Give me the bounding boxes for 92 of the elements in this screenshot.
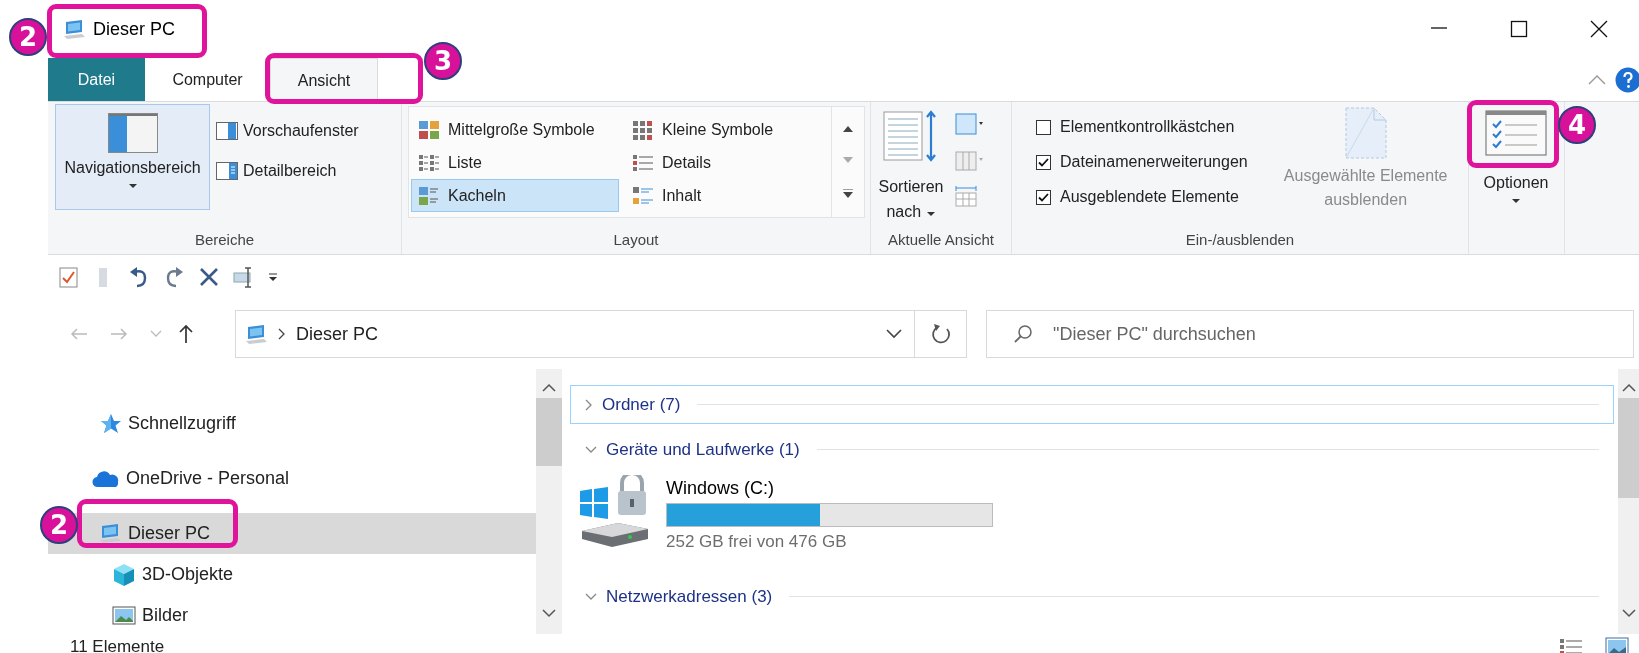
group-label: Layout [612, 229, 660, 250]
scroll-down-icon[interactable] [542, 609, 556, 618]
ribbon-tab[interactable]: Computer [145, 58, 270, 101]
tree-item[interactable]: OneDrive - Personal [48, 458, 536, 499]
page-icon [1343, 106, 1388, 160]
group-header[interactable]: Ordner (7) [570, 385, 1614, 424]
layout-option[interactable]: Kleine Symbole [625, 113, 825, 146]
free-space: 252 GB frei von 476 GB [666, 532, 848, 552]
group-label: Ein-/ausblenden [1184, 229, 1296, 250]
number-badge: 2 [40, 506, 78, 544]
chevron-down-icon[interactable] [886, 329, 902, 339]
expand-gallery-icon[interactable] [843, 189, 853, 199]
layout-option[interactable]: Mittelgroße Symbole [411, 113, 619, 146]
maximize-icon[interactable] [1510, 20, 1528, 38]
layout-option[interactable]: Kacheln [411, 179, 619, 212]
search-field[interactable]: "Dieser PC" durchsuchen [986, 310, 1634, 358]
detail-pane-icon [216, 162, 238, 180]
properties-icon[interactable] [58, 265, 80, 289]
view-icon [418, 185, 440, 206]
pane-layout-icon [107, 113, 158, 153]
cloud-icon [92, 468, 120, 489]
caret-icon [925, 211, 936, 217]
navigation-pane-button[interactable]: Navigationsbereich [55, 104, 210, 210]
preview-pane-icon [216, 122, 238, 140]
scrollbar[interactable] [1618, 369, 1639, 634]
tree-item[interactable]: Schnellzugriff [48, 403, 536, 444]
layout-option[interactable]: Liste [411, 146, 619, 179]
scroll-down-icon[interactable] [1621, 609, 1636, 618]
checkmark-icon [1038, 192, 1049, 202]
view-icon [632, 119, 654, 140]
address-bar[interactable]: Dieser PC [235, 310, 915, 358]
large-icons-view-icon[interactable] [1605, 636, 1629, 653]
checkbox[interactable] [1036, 154, 1051, 170]
cube-icon [112, 562, 136, 587]
chevron-down-icon [585, 445, 597, 454]
layout-option[interactable]: Details [625, 146, 825, 179]
pane-button[interactable]: Vorschaufenster [216, 122, 359, 140]
caret-icon[interactable] [1511, 198, 1521, 204]
computer-icon [62, 18, 86, 40]
computer-icon [98, 523, 122, 544]
scroll-up-icon[interactable] [843, 125, 853, 132]
checkbox[interactable] [1036, 189, 1051, 205]
window-title: Dieser PC [93, 18, 176, 40]
chevron-down-icon [585, 592, 597, 601]
pane-button[interactable]: Detailbereich [216, 162, 359, 180]
help-icon[interactable] [1615, 66, 1639, 93]
checkmark-icon [1038, 157, 1049, 167]
search-icon [1013, 324, 1033, 344]
details-view-icon[interactable] [1559, 636, 1583, 653]
chevron-right-icon [278, 328, 286, 340]
ribbon-tab[interactable]: Datei [48, 58, 145, 101]
chevron-right-icon [585, 398, 593, 411]
options-icon [1485, 110, 1547, 156]
checkbox-label[interactable]: Dateinamenerweiterungen [1060, 153, 1248, 171]
computer-icon [244, 323, 268, 345]
tree-item[interactable]: 3D-Objekte [48, 554, 536, 595]
group-header[interactable]: Geräte und Laufwerke (1) [570, 430, 1614, 469]
drive-tile[interactable]: Windows (C:) 252 GB frei von 476 GB [570, 469, 1614, 571]
ribbon-tab[interactable]: Ansicht [270, 58, 378, 101]
checkbox-label[interactable]: Ausgeblendete Elemente [1060, 188, 1239, 206]
view-icon [632, 152, 654, 173]
number-badge: 3 [424, 42, 462, 80]
address-path[interactable]: Dieser PC [296, 323, 864, 345]
number-badge: 2 [9, 18, 47, 56]
scroll-up-icon[interactable] [542, 383, 556, 392]
scrollbar-thumb[interactable] [536, 398, 562, 466]
scroll-up-icon[interactable] [1621, 383, 1636, 392]
sort-button[interactable]: Sortieren nach [871, 102, 951, 224]
star-icon [100, 413, 122, 434]
sort-icon [883, 110, 939, 162]
picture-icon [112, 605, 136, 626]
dropdown-icon[interactable] [268, 272, 278, 282]
group-label: Bereiche [193, 229, 256, 250]
group-label: Aktuelle Ansicht [887, 229, 995, 250]
caret-up-icon[interactable] [1588, 74, 1606, 85]
layout-option[interactable]: Inhalt [625, 179, 825, 212]
drive-name: Windows (C:) [666, 478, 775, 499]
checkbox-label[interactable]: Elementkontrollkästchen [1060, 118, 1235, 136]
close-icon[interactable] [1590, 20, 1608, 38]
refresh-icon[interactable] [930, 323, 951, 345]
up-arrow-icon[interactable] [178, 324, 194, 344]
scrollbar-thumb[interactable] [1618, 398, 1639, 498]
group-header[interactable]: Netzwerkadressen (3) [570, 577, 1614, 616]
item-count: 11 Elemente [70, 636, 165, 653]
view-icon [418, 119, 440, 140]
options-label[interactable]: Optionen [1483, 174, 1549, 192]
checkbox[interactable] [1036, 119, 1051, 135]
scrollbar[interactable] [536, 369, 562, 634]
view-icon [632, 185, 654, 206]
caret-icon [127, 183, 138, 189]
view-icon [418, 152, 440, 173]
tree-item[interactable]: Bilder [48, 595, 536, 634]
